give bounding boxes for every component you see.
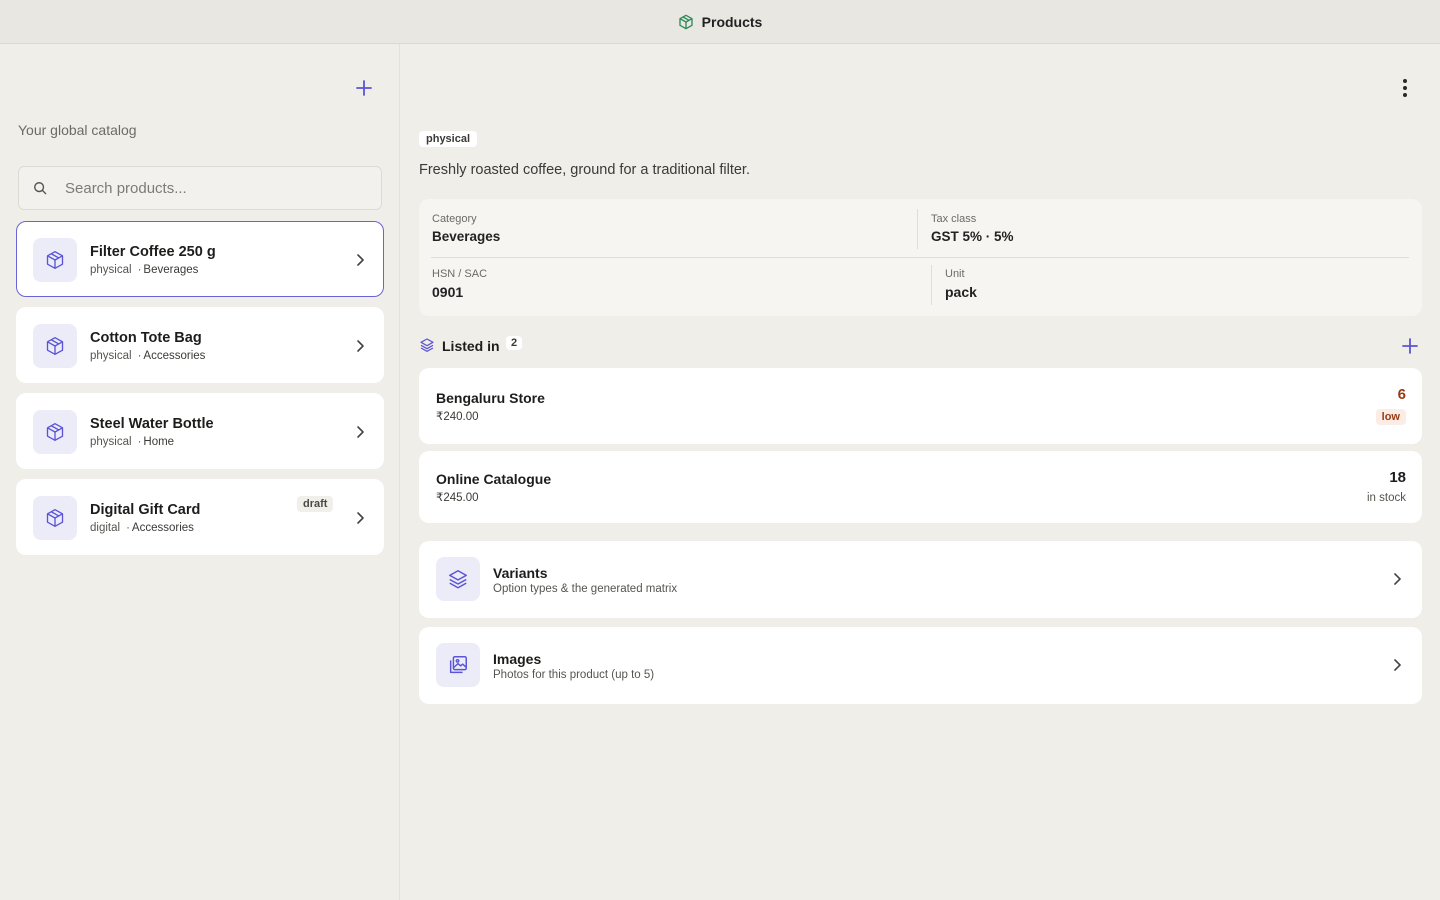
chevron-right-icon	[1394, 659, 1401, 671]
attr-category: Category Beverages	[432, 213, 500, 244]
product-name: Steel Water Bottle	[90, 416, 214, 432]
box-icon	[46, 251, 64, 269]
product-type: physical	[90, 350, 132, 362]
store-listing[interactable]: Bengaluru Store ₹240.00 6 low	[419, 368, 1422, 444]
product-thumbnail	[33, 238, 77, 282]
layers-icon	[449, 570, 467, 589]
product-meta: physical · Beverages	[90, 264, 199, 276]
variants-section[interactable]: Variants Option types & the generated ma…	[419, 541, 1422, 618]
product-category: Beverages	[143, 264, 199, 276]
stock-quantity: 18	[1389, 469, 1406, 486]
product-meta: physical · Home	[90, 436, 175, 448]
product-category: Home	[143, 436, 175, 448]
attr-tax-class: Tax class GST 5% · 5%	[931, 213, 1014, 244]
stock-status-badge: low	[1375, 409, 1406, 425]
section-subtitle: Option types & the generated matrix	[493, 583, 678, 595]
section-title: Images	[493, 651, 542, 667]
attr-value: GST 5% · 5%	[931, 229, 1014, 244]
product-card[interactable]: Filter Coffee 250 g physical · Beverages	[16, 221, 384, 297]
attr-label: Category	[432, 213, 477, 225]
catalog-subtitle: Your global catalog	[18, 122, 137, 138]
attr-value: pack	[945, 284, 977, 300]
store-price: ₹240.00	[436, 411, 479, 423]
product-category: Accessories	[131, 522, 194, 534]
product-type: physical	[90, 436, 132, 448]
divider	[931, 265, 932, 305]
attr-label: HSN / SAC	[432, 268, 488, 280]
chevron-right-icon	[1394, 573, 1401, 585]
product-type: digital	[90, 522, 121, 534]
images-icon	[449, 656, 467, 674]
search-icon	[34, 182, 47, 195]
chevron-right-icon	[357, 512, 364, 524]
store-listing[interactable]: Online Catalogue ₹245.00 18 in stock	[419, 451, 1422, 523]
attr-label: Tax class	[931, 213, 977, 225]
listed-in-title: Listed in	[442, 338, 500, 354]
product-type: physical	[90, 264, 132, 276]
box-icon	[678, 14, 693, 29]
plus-icon	[356, 80, 372, 96]
product-thumbnail	[33, 324, 77, 368]
add-listing-button[interactable]	[1398, 334, 1422, 358]
section-icon-box	[436, 643, 480, 687]
product-list: Filter Coffee 250 g physical · Beverages C…	[16, 221, 384, 565]
attributes-panel: Category Beverages Tax class GST 5% · 5%…	[419, 199, 1422, 316]
chevron-right-icon	[357, 254, 364, 266]
attr-label: Unit	[945, 268, 965, 280]
product-detail: physical Freshly roasted coffee, ground …	[401, 44, 1440, 900]
page-title: Products	[701, 13, 763, 30]
kebab-menu-icon	[1403, 79, 1407, 97]
sidebar: Your global catalog Filter Coffee 250 g …	[0, 44, 400, 900]
product-meta: physical · Accessories	[90, 350, 206, 362]
product-category: Accessories	[143, 350, 206, 362]
stock-quantity: 6	[1397, 386, 1406, 403]
chevron-right-icon	[357, 426, 364, 438]
listed-in-count: 2	[506, 336, 523, 350]
chevron-right-icon	[357, 340, 364, 352]
section-icon-box	[436, 557, 480, 601]
layers-icon	[420, 338, 434, 352]
divider	[431, 257, 1409, 258]
product-thumbnail	[33, 496, 77, 540]
listed-in-header: Listed in 2	[419, 334, 1422, 358]
box-icon	[46, 423, 64, 441]
product-card[interactable]: Digital Gift Card digital · Accessories dr…	[16, 479, 384, 555]
stock-status: in stock	[1367, 492, 1406, 504]
store-name: Online Catalogue	[436, 471, 552, 487]
box-icon	[46, 337, 64, 355]
attr-value: Beverages	[432, 229, 501, 244]
product-meta: digital · Accessories	[90, 522, 194, 534]
plus-icon	[1402, 338, 1418, 354]
product-description: Freshly roasted coffee, ground for a tra…	[419, 162, 750, 178]
product-name: Digital Gift Card	[90, 502, 201, 518]
search-input[interactable]	[65, 179, 345, 197]
product-type-badge: physical	[419, 131, 478, 147]
divider	[917, 209, 918, 249]
product-card[interactable]: Cotton Tote Bag physical · Accessories	[16, 307, 384, 383]
top-bar: Products	[0, 0, 1440, 44]
draft-badge: draft	[297, 496, 334, 512]
more-options-button[interactable]	[1393, 76, 1417, 100]
attr-hsn: HSN / SAC 0901	[432, 268, 487, 300]
section-title: Variants	[493, 565, 548, 581]
images-section[interactable]: Images Photos for this product (up to 5)	[419, 627, 1422, 704]
store-price: ₹245.00	[436, 492, 479, 504]
product-card[interactable]: Steel Water Bottle physical · Home	[16, 393, 384, 469]
product-thumbnail	[33, 410, 77, 454]
attr-value: 0901	[432, 284, 464, 300]
attr-unit: Unit pack	[945, 268, 977, 300]
section-subtitle: Photos for this product (up to 5)	[493, 669, 655, 681]
store-name: Bengaluru Store	[436, 390, 545, 406]
product-name: Filter Coffee 250 g	[90, 244, 216, 260]
add-product-button[interactable]	[352, 76, 376, 100]
product-name: Cotton Tote Bag	[90, 330, 202, 346]
search-box[interactable]	[18, 166, 382, 210]
box-icon	[46, 509, 64, 527]
